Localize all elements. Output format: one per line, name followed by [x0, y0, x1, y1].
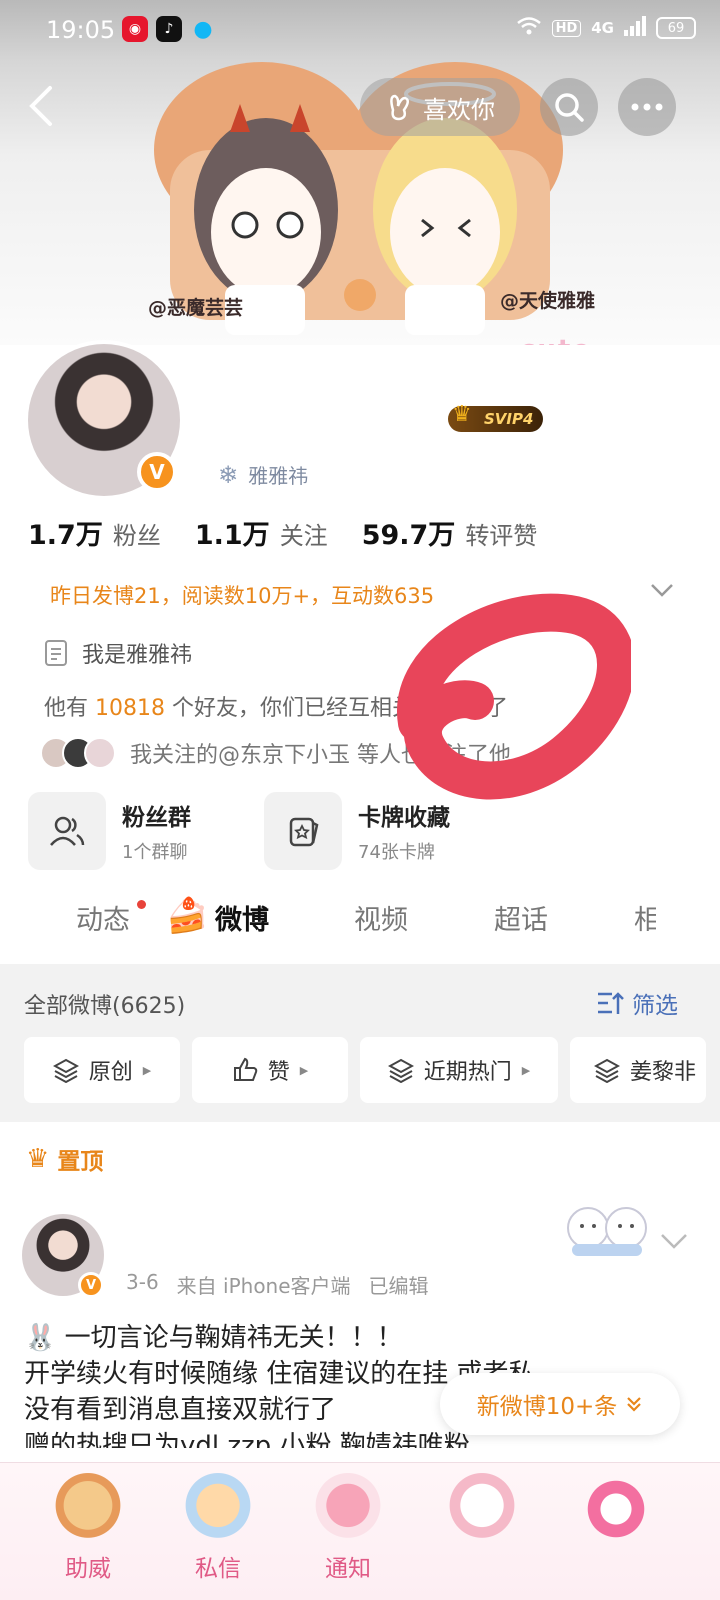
bottom-action-bar: 助威 私信 通知 [0, 1462, 720, 1600]
like-button[interactable]: 喜欢你 [360, 78, 520, 136]
chip-original[interactable]: 原创 ▶ [24, 1037, 180, 1103]
heart-icon [580, 1473, 652, 1545]
search-button[interactable] [540, 78, 598, 136]
profile-stats: 1.7万 粉丝 1.1万 关注 59.7万 转评赞 [28, 513, 571, 552]
post-verified-icon: V [78, 1272, 104, 1298]
crown-icon: ♛ [452, 402, 472, 427]
burger-icon [52, 1473, 124, 1545]
like-label: 喜欢你 [423, 95, 495, 124]
post-meta: 3-6 来自 iPhone客户端 已编辑 [126, 1270, 429, 1299]
card-collection-title: 卡牌收藏 [358, 805, 450, 831]
stat-following[interactable]: 1.1万 关注 [195, 513, 328, 552]
post-date: 3-6 [126, 1270, 159, 1294]
cake-icon [312, 1473, 384, 1545]
expand-summary-button[interactable] [650, 582, 674, 602]
filter-icon [598, 992, 624, 1014]
banner-tag-left: @恶魔芸芸 [148, 297, 244, 319]
bio-row: 我是雅雅祎 [44, 637, 192, 669]
status-indicators: HD 4G 69 [516, 16, 696, 40]
cheer-button[interactable]: 助威 [38, 1473, 138, 1583]
more-icon [631, 103, 663, 111]
message-button[interactable]: 私信 [168, 1473, 268, 1583]
crown-icon: ♛ [26, 1144, 50, 1174]
chip-topic[interactable]: 姜黎非 [570, 1037, 706, 1103]
layers-icon [387, 1058, 414, 1083]
filter-button[interactable]: 筛选 [596, 986, 678, 1020]
tab-album[interactable]: 相 [634, 898, 656, 937]
feature-cards: 粉丝群 1个群聊 卡牌收藏 74张卡牌 [28, 792, 474, 870]
chip-recent-hot[interactable]: 近期热门 ▶ [360, 1037, 558, 1103]
mutual-avatars [40, 737, 116, 769]
stat-followers[interactable]: 1.7万 粉丝 [28, 513, 161, 552]
card-collection-sub: 74张卡牌 [358, 842, 435, 863]
weibo-notification-icon: ◉ [122, 16, 148, 42]
annotation-circle [397, 593, 631, 800]
friends-count: 10818 [95, 696, 166, 721]
search-icon [555, 93, 584, 122]
notify-button[interactable]: 通知 [298, 1473, 398, 1583]
hd-badge: HD [551, 19, 582, 37]
layers-icon [52, 1058, 79, 1083]
tab-video[interactable]: 视频 [354, 898, 408, 937]
wifi-icon [516, 16, 542, 40]
status-time: 19:05 [46, 16, 116, 44]
cake-icon: 🍰 [166, 896, 209, 936]
double-chevron-down-icon [627, 1397, 642, 1412]
tab-dynamic[interactable]: 动态 [76, 898, 130, 937]
tab-super-topic[interactable]: 超话 [494, 898, 548, 937]
new-posts-button[interactable]: 新微博10+条 [440, 1373, 680, 1435]
qq-notification-icon: ● [193, 16, 213, 42]
post-menu-button[interactable] [660, 1232, 688, 1254]
card-star-icon [289, 817, 319, 847]
bunny-icon [390, 94, 409, 121]
more-button[interactable] [618, 78, 676, 136]
tab-weibo[interactable]: 微博 [215, 898, 269, 937]
fan-group-card[interactable]: 粉丝群 1个群聊 [28, 792, 238, 870]
post-edited: 已编辑 [368, 1274, 429, 1298]
chevron-down-icon [661, 1234, 687, 1249]
profile-name: 雅雅祎 [248, 464, 309, 488]
filter-chips: 原创 ▶ 赞 ▶ 近期热门 ▶ 姜黎非 [24, 1037, 720, 1103]
activity-summary[interactable]: 昨日发博21，阅读数10万+，互动数635 [50, 580, 434, 610]
feed-count-title: 全部微博(6625) [24, 994, 186, 1019]
mini-avatar [84, 737, 116, 769]
signal-icon [624, 16, 646, 40]
snowflake-icon: ❄ [218, 460, 239, 489]
layers-icon [594, 1058, 620, 1083]
status-app-icons: ◉ ♪ ● [122, 16, 216, 42]
fan-group-sub: 1个群聊 [122, 842, 188, 863]
document-icon [45, 640, 67, 666]
stat-interactions[interactable]: 59.7万 转评赞 [362, 513, 538, 552]
sticker-bear-button[interactable] [432, 1473, 532, 1549]
chevron-down-icon [651, 584, 673, 597]
tiktok-notification-icon: ♪ [156, 16, 182, 42]
fan-group-title: 粉丝群 [122, 805, 191, 831]
bunny-mail-icon [182, 1473, 254, 1545]
battery-icon: 69 [656, 17, 696, 39]
profile-name-line: ❄ 雅雅祎 [218, 460, 308, 489]
banner-tag-right: @天使雅雅 [500, 290, 596, 312]
banner-cute-deco: cute [520, 335, 592, 345]
status-bar: 19:05 ◉ ♪ ● HD 4G 69 [0, 0, 720, 62]
post-source: 来自 iPhone客户端 [176, 1274, 351, 1298]
bear-sticker-icon [567, 1207, 647, 1256]
chip-liked[interactable]: 赞 ▶ [192, 1037, 348, 1103]
card-collection-card[interactable]: 卡牌收藏 74张卡牌 [264, 792, 474, 870]
back-arrow-icon [29, 86, 52, 126]
profile-tabs: 动态 🍰 微博 视频 超话 相 [0, 888, 720, 958]
verified-badge-icon: V [137, 452, 177, 492]
tab-dynamic-dot [137, 900, 146, 909]
network-indicator: 4G [591, 19, 614, 37]
group-icon [50, 816, 85, 846]
bear-icon [446, 1473, 518, 1545]
bio-text: 我是雅雅祎 [82, 643, 193, 668]
back-button[interactable] [22, 84, 62, 128]
svip-badge[interactable]: ♛ SVIP4 [448, 402, 544, 432]
thumbs-up-icon [233, 1057, 257, 1081]
post-line: 🐰 一切言论与鞠婧祎无关！！！ [24, 1323, 403, 1353]
pinned-label: ♛ 置顶 [26, 1144, 104, 1175]
sticker-heart-button[interactable] [566, 1473, 666, 1549]
